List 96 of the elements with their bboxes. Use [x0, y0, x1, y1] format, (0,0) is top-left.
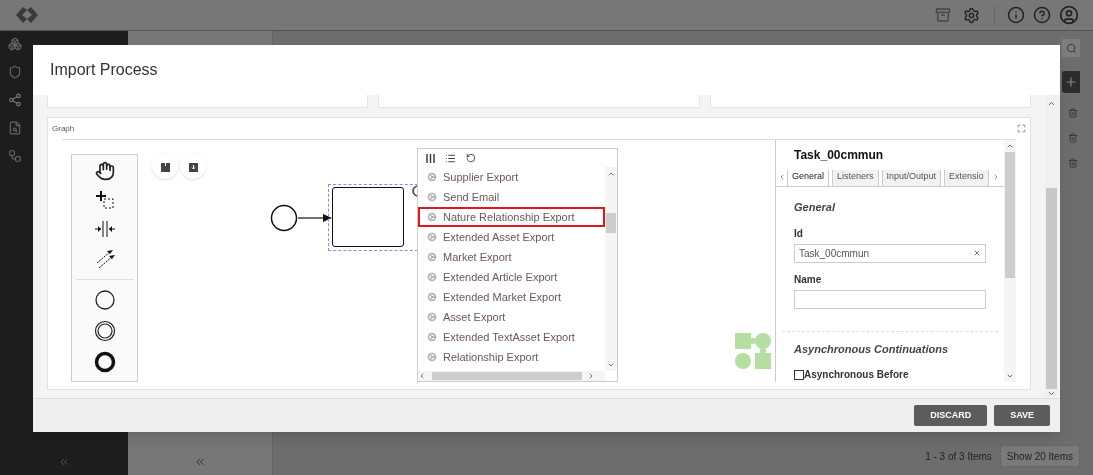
gear-icon	[427, 252, 437, 262]
scroll-thumb[interactable]	[1046, 188, 1057, 389]
context-pad-icon[interactable]	[412, 185, 418, 197]
properties-tab[interactable]: Extensio	[944, 170, 989, 186]
panel-label: Graph	[52, 122, 75, 135]
upload-button[interactable]	[152, 153, 178, 179]
gear-icon	[427, 352, 437, 362]
service-task-item[interactable]: Supplier Export	[418, 167, 605, 187]
info-icon[interactable]	[1007, 6, 1025, 24]
service-task-item[interactable]: Extended Article Export	[418, 267, 605, 287]
gear-icon	[427, 272, 437, 282]
gear-icon	[427, 172, 437, 182]
lasso-tool-icon[interactable]	[94, 190, 115, 210]
save-button[interactable]: SAVE	[994, 405, 1050, 426]
scroll-up-icon[interactable]	[1006, 142, 1014, 150]
service-task-item[interactable]: Nature Relationship Export	[418, 207, 605, 227]
scroll-thumb[interactable]	[606, 213, 616, 233]
properties-tab[interactable]: Listeners	[832, 170, 879, 186]
refresh-icon[interactable]	[466, 153, 476, 163]
scroll-right-icon[interactable]	[587, 372, 595, 380]
document-search-icon[interactable]	[8, 121, 22, 135]
columns-icon[interactable]	[426, 153, 435, 163]
plus-icon	[1064, 75, 1078, 89]
pager-text: 1 - 3 of 3 Items	[925, 449, 992, 464]
field-label: Id	[794, 226, 804, 241]
dialog-title: Import Process	[50, 60, 158, 80]
service-task-item[interactable]: Extended TextAsset Export	[418, 327, 605, 347]
scroll-left-icon[interactable]	[418, 372, 426, 380]
id-field[interactable]: Task_00cmmun	[794, 243, 986, 263]
collapse-icon[interactable]	[194, 456, 206, 468]
vertical-scrollbar[interactable]	[1004, 140, 1016, 382]
scroll-up-icon[interactable]	[1047, 99, 1056, 108]
clear-icon[interactable]	[973, 249, 981, 257]
page-size-button[interactable]: Show 20 Items	[999, 445, 1080, 467]
service-task-item[interactable]: Extended Asset Export	[418, 227, 605, 247]
task-shape	[332, 187, 404, 247]
vertical-scrollbar[interactable]	[1045, 95, 1058, 398]
horizontal-scrollbar[interactable]	[418, 371, 605, 381]
share-icon[interactable]	[8, 93, 22, 107]
gear-icon	[427, 312, 437, 322]
section-heading: General	[794, 200, 837, 215]
start-event-icon[interactable]	[93, 289, 116, 311]
puzzle-logo	[735, 333, 772, 370]
checkbox-label: Asynchronous Before	[804, 368, 909, 382]
user-avatar-icon[interactable]	[1059, 5, 1079, 25]
help-icon[interactable]	[1033, 6, 1051, 24]
scroll-down-icon[interactable]	[1006, 372, 1014, 380]
service-task-item[interactable]: Asset Export	[418, 307, 605, 327]
cubes-icon[interactable]	[8, 37, 22, 51]
service-task-item[interactable]: Send Email	[418, 187, 605, 207]
hand-tool-icon[interactable]	[94, 161, 115, 181]
scroll-down-icon[interactable]	[1047, 389, 1056, 398]
delete-icon[interactable]	[1068, 108, 1078, 118]
delete-icon[interactable]	[1068, 133, 1078, 143]
checkbox[interactable]	[794, 369, 804, 380]
properties-tab[interactable]: Input/Output	[881, 170, 942, 186]
flow-icon[interactable]	[8, 149, 22, 163]
gear-icon	[427, 192, 437, 202]
shield-icon[interactable]	[8, 65, 22, 79]
vertical-scrollbar[interactable]	[605, 167, 617, 371]
add-button[interactable]	[1062, 71, 1080, 93]
tabs-left-icon[interactable]	[778, 173, 786, 181]
gear-icon	[427, 232, 437, 242]
delete-icon[interactable]	[1068, 158, 1078, 168]
gear-icon	[427, 332, 437, 342]
sequence-flow-arrow	[298, 213, 332, 223]
service-task-item[interactable]: Extended Market Export	[418, 287, 605, 307]
list-icon[interactable]	[445, 152, 456, 164]
search-button[interactable]	[1062, 39, 1080, 57]
logo-icon	[14, 5, 40, 25]
name-field[interactable]	[794, 289, 986, 309]
scroll-thumb[interactable]	[1005, 152, 1015, 278]
package-icon[interactable]	[935, 7, 951, 23]
discard-button[interactable]: DISCARD	[914, 405, 988, 426]
scroll-down-icon[interactable]	[607, 361, 615, 369]
gear-icon	[427, 292, 437, 302]
intermediate-event-icon[interactable]	[93, 320, 116, 342]
element-title: Task_00cmmun	[794, 147, 884, 164]
end-event-icon[interactable]	[93, 351, 116, 373]
section-heading: Asynchronous Continuations	[794, 341, 949, 357]
search-icon	[1065, 42, 1077, 54]
collapse-icon[interactable]	[58, 456, 70, 468]
field-label: Name	[794, 272, 823, 287]
expand-icon[interactable]	[1017, 124, 1026, 133]
scroll-up-icon[interactable]	[607, 170, 615, 178]
start-event	[270, 204, 298, 232]
download-icon	[188, 160, 198, 172]
gear-icon	[427, 212, 437, 222]
properties-tab[interactable]: General	[787, 170, 830, 186]
settings-icon[interactable]	[963, 6, 980, 24]
service-task-item[interactable]: Market Export	[418, 247, 605, 267]
service-task-item[interactable]: Relationship Export	[418, 347, 605, 367]
download-button[interactable]	[180, 153, 206, 179]
upload-icon	[160, 160, 170, 172]
scroll-thumb[interactable]	[432, 372, 582, 380]
space-tool-icon[interactable]	[93, 219, 116, 239]
